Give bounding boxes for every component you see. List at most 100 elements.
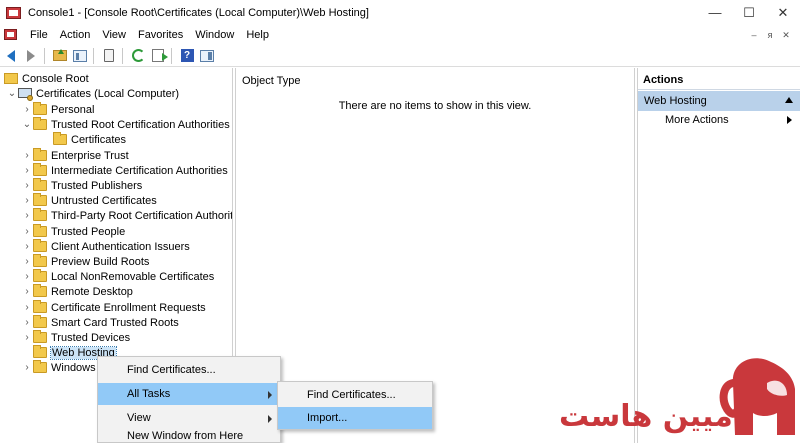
submenu-import[interactable]: Import... [278,407,432,429]
tree-node-intermediate-ca[interactable]: › Intermediate Certification Authorities [21,163,228,178]
menu-window[interactable]: Window [189,29,240,41]
actions-header: Actions [638,71,800,90]
tree-node-windows[interactable]: › Windows [21,360,96,375]
tree-node-local-nonremovable[interactable]: › Local NonRemovable Certificates [21,269,214,284]
expanded-chevron-icon[interactable]: ⌄ [6,88,18,100]
tree-node-label: Trusted Devices [51,331,131,344]
more-actions-link[interactable]: More Actions [665,114,729,126]
collapsed-chevron-icon[interactable]: › [21,165,33,177]
tree-node-client-auth-issuers[interactable]: › Client Authentication Issuers [21,239,190,254]
maximize-button[interactable]: ☐ [732,0,766,25]
expander-placeholder [21,347,33,359]
tree-node-label: Certificates (Local Computer) [36,87,180,100]
tree-node-personal[interactable]: › Personal [21,102,94,117]
export-list-icon [152,49,168,62]
menu-bar: File Action View Favorites Window Help –… [0,25,800,45]
actions-section-web-hosting[interactable]: Web Hosting [638,91,800,111]
tree-node-label: Preview Build Roots [51,255,150,268]
collapsed-chevron-icon[interactable]: › [21,332,33,344]
collapsed-chevron-icon[interactable]: › [21,195,33,207]
menu-item-label: Find Certificates... [307,389,396,401]
mdi-close-button[interactable]: ✕ [778,28,794,42]
submenu-find-certificates[interactable]: Find Certificates... [278,384,432,406]
column-header-object-type[interactable]: Object Type [242,75,301,87]
tree-node-certificates-sub[interactable]: Certificates [53,132,126,147]
show-hide-action-pane-button[interactable] [198,47,216,65]
context-menu: Find Certificates... All Tasks View New … [97,356,281,443]
help-button[interactable]: ? [178,47,196,65]
refresh-button[interactable] [129,47,147,65]
toolbar-separator [93,47,94,64]
back-icon [7,49,15,62]
back-button[interactable] [2,47,20,65]
collapsed-chevron-icon[interactable]: › [21,180,33,192]
menu-item-label: All Tasks [127,388,171,400]
forward-button[interactable] [22,47,40,65]
tree-node-label: Windows [51,361,96,374]
ctx-new-window-from-here[interactable]: New Window from Here [98,425,280,443]
clipboard-button[interactable] [100,47,118,65]
folder-icon [33,315,47,328]
collapsed-chevron-icon[interactable]: › [21,150,33,162]
close-button[interactable]: ✕ [766,0,800,25]
show-hide-tree-button[interactable] [71,47,89,65]
folder-icon [33,254,47,267]
tree-node-trusted-people[interactable]: › Trusted People [21,224,125,239]
collapsed-chevron-icon[interactable]: › [21,271,33,283]
menu-file[interactable]: File [24,29,54,41]
tree-node-label: Personal [51,103,95,116]
minimize-button[interactable]: — [698,0,732,25]
folder-icon [33,163,47,176]
export-list-button[interactable] [149,47,168,65]
toolbar-separator [171,47,172,64]
collapsed-chevron-icon[interactable]: › [21,210,33,222]
ctx-all-tasks[interactable]: All Tasks [98,383,280,405]
toolbar-separator [44,47,45,64]
menu-favorites[interactable]: Favorites [132,29,189,41]
menu-item-label: New Window from Here [127,430,244,442]
tree-node-enrollment-requests[interactable]: › Certificate Enrollment Requests [21,300,206,315]
mdi-restore-button[interactable]: ᴙ [762,28,778,42]
mdi-minimize-button[interactable]: – [746,28,762,42]
collapsed-chevron-icon[interactable]: › [21,256,33,268]
submenu-arrow-icon [268,391,272,399]
collapsed-chevron-icon[interactable]: › [21,226,33,238]
tree-node-smart-card-roots[interactable]: › Smart Card Trusted Roots [21,315,179,330]
all-tasks-submenu: Find Certificates... Import... [277,381,433,430]
menu-action[interactable]: Action [54,29,97,41]
tree-node-trusted-publishers[interactable]: › Trusted Publishers [21,178,142,193]
menu-item-label: Import... [307,412,348,424]
tree-node-preview-build-roots[interactable]: › Preview Build Roots [21,254,149,269]
menu-view[interactable]: View [96,29,132,41]
empty-view-message: There are no items to show in this view. [338,100,532,112]
tree-node-untrusted[interactable]: › Untrusted Certificates [21,193,157,208]
console-menu-icon[interactable] [4,28,20,42]
collapsed-chevron-icon[interactable]: › [21,241,33,253]
tree-node-trusted-root[interactable]: ⌄ Trusted Root Certification Authorities [21,117,230,132]
collapsed-chevron-icon[interactable]: › [21,317,33,329]
tree-node-label: Certificate Enrollment Requests [51,301,206,314]
expanded-chevron-icon[interactable]: ⌄ [21,119,33,131]
submenu-arrow-icon [787,116,792,124]
tree-node-enterprise-trust[interactable]: › Enterprise Trust [21,148,129,163]
watermark: میین هاست [555,355,800,443]
tree-node-console-root[interactable]: Console Root [4,71,89,86]
tree-node-remote-desktop[interactable]: › Remote Desktop [21,284,133,299]
folder-icon [33,360,47,373]
up-one-level-button[interactable] [51,47,69,65]
ctx-find-certificates[interactable]: Find Certificates... [98,359,280,381]
menu-help[interactable]: Help [240,29,275,41]
collapse-section-icon[interactable] [785,97,793,103]
up-one-level-icon [53,49,67,61]
mmc-app-icon[interactable] [6,5,22,21]
tree-node-label: Third-Party Root Certification Authoriti… [51,209,233,222]
tree-node-third-party-root[interactable]: › Third-Party Root Certification Authori… [21,208,233,223]
collapsed-chevron-icon[interactable]: › [21,286,33,298]
tree-node-label: Remote Desktop [51,285,133,298]
collapsed-chevron-icon[interactable]: › [21,302,33,314]
collapsed-chevron-icon[interactable]: › [21,104,33,116]
tree-node-certificates[interactable]: ⌄ Certificates (Local Computer) [6,86,179,101]
tree-node-trusted-devices[interactable]: › Trusted Devices [21,330,130,345]
toolbar-separator [122,47,123,64]
collapsed-chevron-icon[interactable]: › [21,362,33,374]
